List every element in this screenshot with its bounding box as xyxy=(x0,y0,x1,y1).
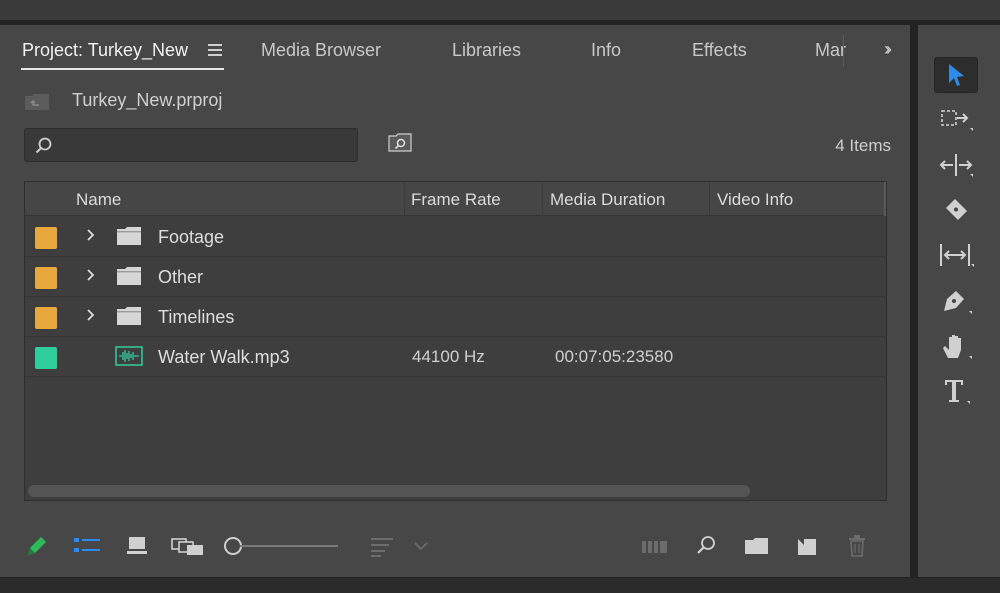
trash-icon xyxy=(849,535,865,557)
razor-tool-icon xyxy=(946,199,967,220)
type-tool-button[interactable] xyxy=(934,373,978,409)
search-icon xyxy=(35,137,52,154)
project-file-name: Turkey_New.prproj xyxy=(72,90,223,110)
window-bottom-strip xyxy=(0,578,1000,593)
vertical-scrollbar-stub[interactable] xyxy=(884,182,886,216)
item-name[interactable]: Footage xyxy=(158,227,224,248)
hand-tool-button[interactable] xyxy=(934,328,978,364)
label-color-chip[interactable] xyxy=(35,347,57,369)
tools-panel xyxy=(918,25,1000,577)
find-icon[interactable] xyxy=(695,533,717,559)
track-select-forward-tool-button[interactable] xyxy=(934,101,978,137)
project-panel: Project: Turkey_New Media Browser Librar… xyxy=(0,25,910,577)
label-color-chip[interactable] xyxy=(35,307,57,329)
pen-tool-button[interactable] xyxy=(934,283,978,319)
column-header-media-duration[interactable]: Media Duration xyxy=(550,190,665,210)
column-separator xyxy=(709,182,710,216)
tab-effects[interactable]: Effects xyxy=(692,40,747,61)
active-tab-underline xyxy=(21,68,224,70)
panel-menu-icon[interactable] xyxy=(208,44,222,56)
selection-tool-icon xyxy=(949,64,964,86)
item-name[interactable]: Water Walk.mp3 xyxy=(158,347,290,368)
column-separator xyxy=(542,182,543,216)
sort-icons-icon[interactable] xyxy=(370,533,396,559)
column-header-frame-rate[interactable]: Frame Rate xyxy=(411,190,501,210)
chevron-right-icon[interactable] xyxy=(85,266,97,284)
item-media-duration: 00:07:05:23580 xyxy=(555,347,674,366)
pen-tool-icon xyxy=(944,291,972,314)
horizontal-scrollbar[interactable] xyxy=(28,485,750,497)
search-input[interactable] xyxy=(24,128,358,162)
ripple-edit-tool-icon xyxy=(939,154,973,177)
table-row[interactable]: Other xyxy=(25,257,886,297)
folder-icon xyxy=(117,227,141,245)
tab-markers-truncated[interactable]: Mar xyxy=(815,40,846,61)
label-color-chip[interactable] xyxy=(35,267,57,289)
tab-info[interactable]: Info xyxy=(591,40,621,61)
slip-tool-button[interactable] xyxy=(934,237,978,273)
new-bin-icon[interactable] xyxy=(744,533,770,559)
tab-overflow-icon[interactable]: ›› xyxy=(884,39,892,60)
ripple-edit-tool-button[interactable] xyxy=(934,147,978,183)
label-color-chip[interactable] xyxy=(35,227,57,249)
slip-tool-icon xyxy=(940,244,974,267)
razor-tool-button[interactable] xyxy=(934,191,978,227)
column-header-name[interactable]: Name xyxy=(76,190,121,210)
chevron-down-icon[interactable] xyxy=(412,533,430,559)
project-items-table: Name Frame Rate Media Duration Video Inf… xyxy=(24,181,887,501)
column-separator xyxy=(404,182,405,216)
column-header-video-info[interactable]: Video Info xyxy=(717,190,793,210)
automate-to-sequence-icon xyxy=(642,541,667,553)
project-file-icon xyxy=(25,94,49,110)
tab-project[interactable]: Project: Turkey_New xyxy=(22,40,188,61)
list-view-icon[interactable] xyxy=(73,533,101,559)
item-frame-rate: 44100 Hz xyxy=(412,347,485,366)
pencil-icon[interactable] xyxy=(24,533,50,559)
freeform-view-icon[interactable] xyxy=(171,533,205,559)
item-name[interactable]: Timelines xyxy=(158,307,234,328)
window-top-strip xyxy=(0,0,1000,20)
table-row[interactable]: Footage xyxy=(25,217,886,257)
selection-tool-button[interactable] xyxy=(934,57,978,93)
folder-icon xyxy=(117,307,141,325)
new-item-icon[interactable] xyxy=(796,533,818,559)
track-select-forward-tool-icon xyxy=(941,110,973,131)
table-header: Name Frame Rate Media Duration Video Inf… xyxy=(25,182,886,216)
folder-icon xyxy=(117,267,141,285)
zoom-slider-track[interactable] xyxy=(240,545,338,547)
chevron-right-icon[interactable] xyxy=(85,226,97,244)
item-count: 4 Items xyxy=(835,136,891,155)
table-row[interactable]: Water Walk.mp3 44100 Hz 00:07:05:23580 xyxy=(25,337,886,377)
icon-view-icon[interactable] xyxy=(126,533,150,559)
find-in-bin-icon[interactable] xyxy=(388,133,412,153)
chevron-right-icon[interactable] xyxy=(85,306,97,324)
tab-libraries[interactable]: Libraries xyxy=(452,40,521,61)
table-row[interactable]: Timelines xyxy=(25,297,886,337)
item-name[interactable]: Other xyxy=(158,267,203,288)
tab-media-browser[interactable]: Media Browser xyxy=(261,40,381,61)
type-tool-icon xyxy=(945,380,970,404)
tab-overflow-divider xyxy=(843,35,844,67)
hand-tool-icon xyxy=(943,335,972,359)
audio-file-icon xyxy=(115,346,143,366)
